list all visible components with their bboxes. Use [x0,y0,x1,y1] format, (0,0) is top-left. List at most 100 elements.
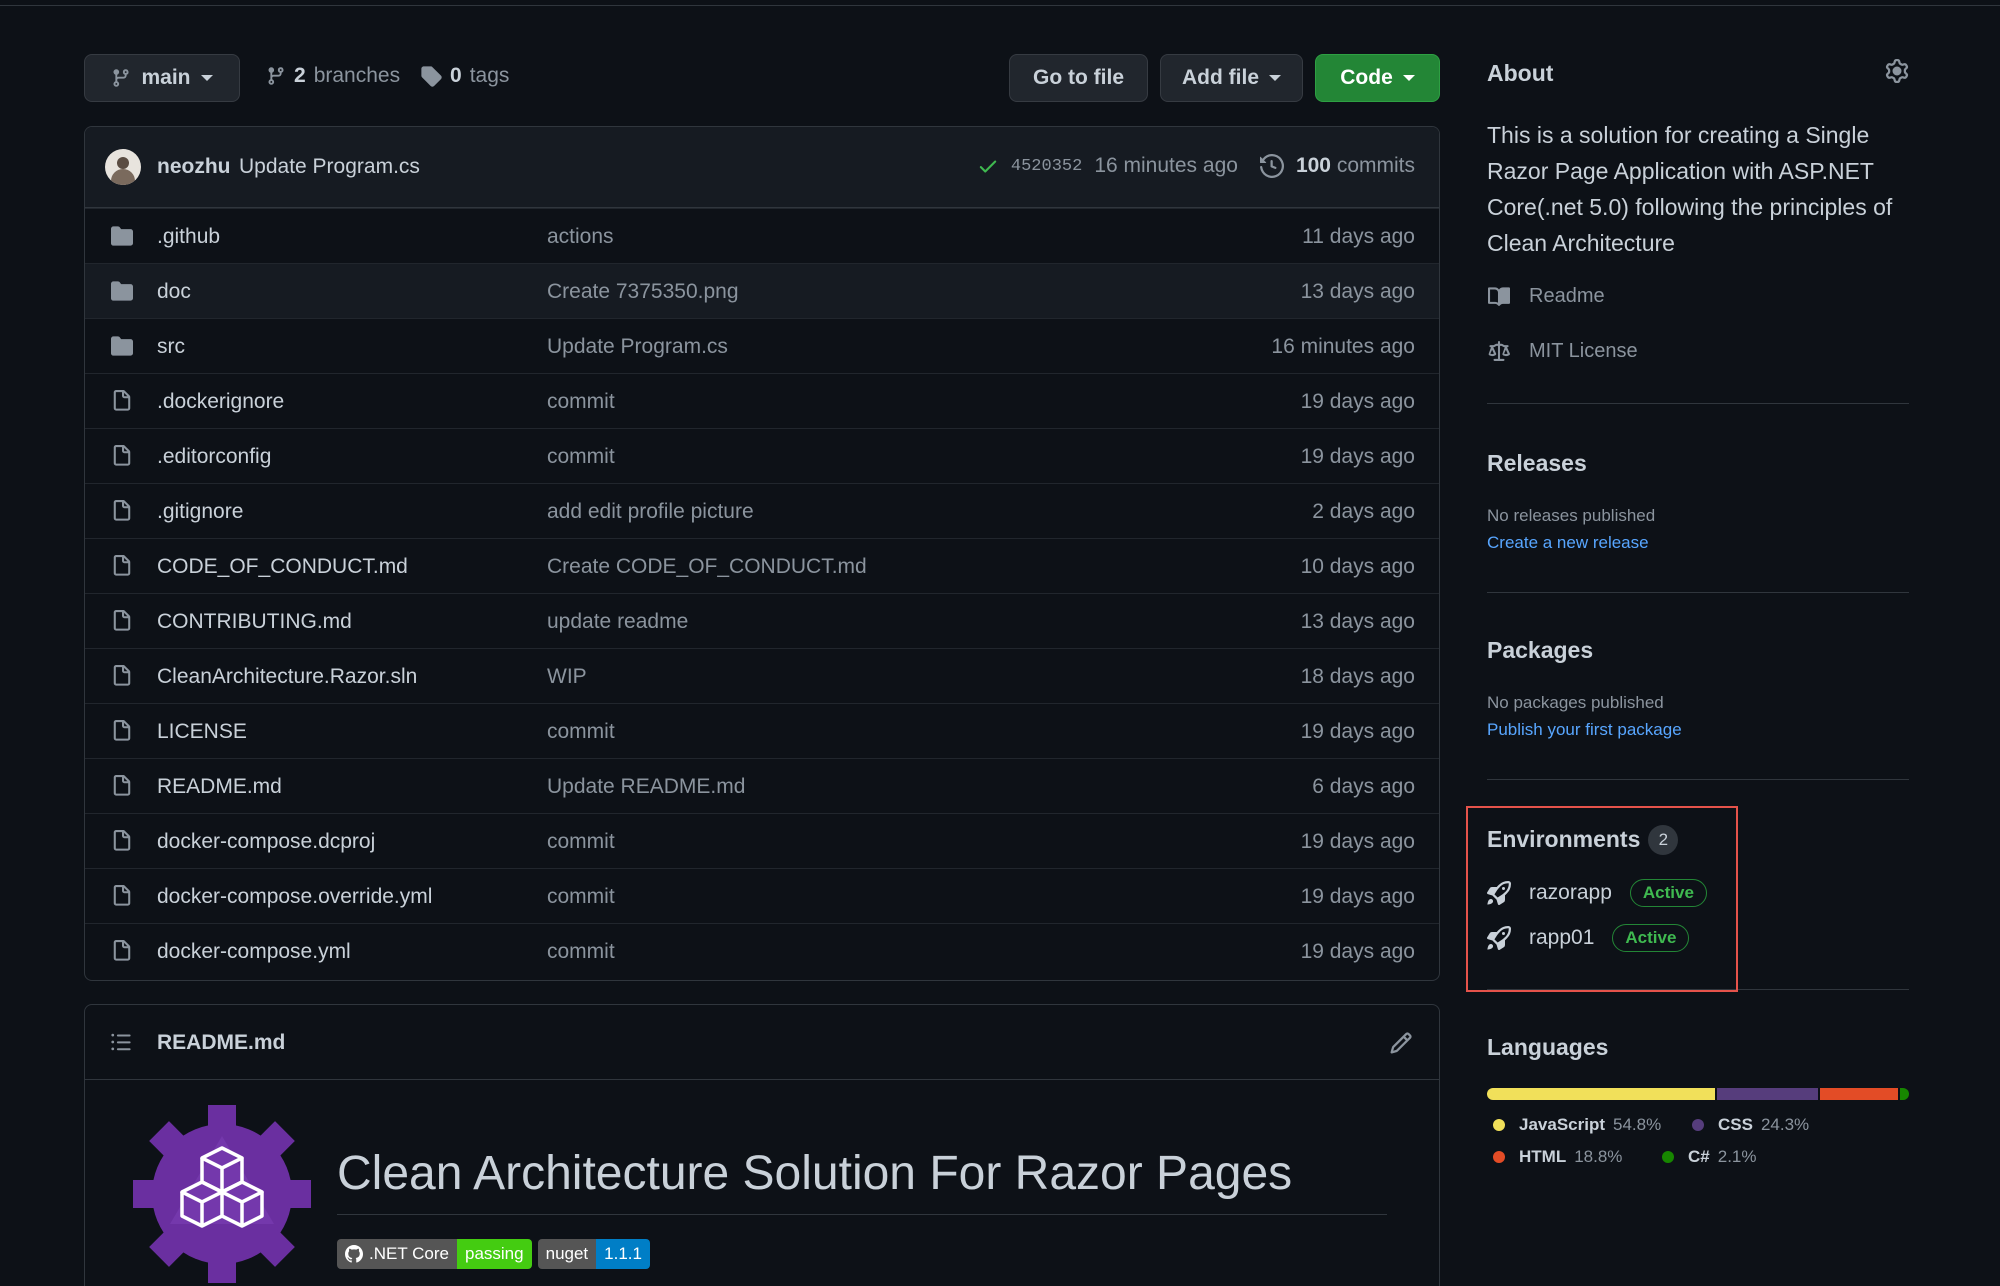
file-commit-message[interactable]: update readme [547,610,688,634]
file-commit-message[interactable]: commit [547,885,615,909]
file-row[interactable]: docker-compose.yml commit 19 days ago [85,923,1439,978]
pencil-icon[interactable] [1389,1031,1413,1055]
file-row[interactable]: doc Create 7375350.png 13 days ago [85,263,1439,318]
file-commit-age: 19 days ago [1300,830,1415,853]
file-name[interactable]: CONTRIBUTING.md [157,610,352,634]
file-commit-message[interactable]: commit [547,720,615,744]
commit-message[interactable]: Update Program.cs [239,155,420,179]
file-row[interactable]: .dockerignore commit 19 days ago [85,373,1439,428]
file-name[interactable]: .gitignore [157,500,243,524]
language-dot [1662,1151,1674,1163]
book-icon [1487,286,1511,308]
nuget-badge-value: 1.1.1 [596,1239,650,1269]
readme-filename[interactable]: README.md [157,1031,285,1055]
file-row[interactable]: .editorconfig commit 19 days ago [85,428,1439,483]
branch-name: main [141,66,191,89]
file-commit-age: 19 days ago [1300,885,1415,908]
file-commit-message[interactable]: commit [547,390,615,414]
packages-title[interactable]: Packages [1487,637,1593,664]
go-to-file-button[interactable]: Go to file [1009,54,1148,102]
file-row[interactable]: src Update Program.cs 16 minutes ago [85,318,1439,373]
file-name[interactable]: src [157,335,185,359]
file-commit-message[interactable]: add edit profile picture [547,500,754,524]
file-row[interactable]: CleanArchitecture.Razor.sln WIP 18 days ag… [85,648,1439,703]
file-row[interactable]: CONTRIBUTING.md update readme 13 days ago [85,593,1439,648]
file-name[interactable]: LICENSE [157,720,247,744]
file-commit-message[interactable]: Update Program.cs [547,335,728,359]
file-name[interactable]: docker-compose.yml [157,940,351,964]
file-commit-message[interactable]: WIP [547,665,587,689]
file-commit-message[interactable]: actions [547,225,614,249]
language-bar-segment [1487,1088,1715,1100]
file-icon [109,830,135,852]
code-button[interactable]: Code [1315,54,1440,102]
file-name[interactable]: CODE_OF_CONDUCT.md [157,555,408,579]
tags-link[interactable]: 0 tags [420,64,509,88]
add-file-button[interactable]: Add file [1160,54,1303,102]
file-icon [109,665,135,687]
branches-link[interactable]: 2 branches [266,64,400,88]
language-bar-segment [1900,1088,1909,1100]
list-icon[interactable] [109,1031,133,1053]
readme-link[interactable]: Readme [1487,285,1605,308]
file-commit-age: 13 days ago [1300,610,1415,633]
chevron-down-icon [1269,75,1281,81]
file-row[interactable]: docker-compose.dcproj commit 19 days ago [85,813,1439,868]
file-name[interactable]: docker-compose.override.yml [157,885,432,909]
language-percent: 24.3% [1760,1115,1810,1134]
file-row[interactable]: .github actions 11 days ago [85,208,1439,263]
license-link[interactable]: MIT License [1487,340,1638,363]
file-name[interactable]: .editorconfig [157,445,271,469]
file-commit-message[interactable]: Create 7375350.png [547,280,739,304]
commit-author[interactable]: neozhu [157,155,231,179]
file-commit-age: 2 days ago [1312,500,1415,523]
file-name[interactable]: doc [157,280,191,304]
file-icon [109,610,135,632]
commit-sha[interactable]: 4520352 [1011,157,1082,176]
gear-icon[interactable] [1885,59,1909,83]
chevron-down-icon [200,75,213,81]
language-item[interactable]: CSS 24.3% [1686,1115,1809,1135]
file-commit-message[interactable]: Update README.md [547,775,745,799]
publish-package-link[interactable]: Publish your first package [1487,720,1682,740]
language-percent: 18.8% [1574,1147,1623,1166]
file-name[interactable]: docker-compose.dcproj [157,830,375,854]
about-title: About [1487,60,1554,86]
releases-title[interactable]: Releases [1487,450,1587,477]
create-release-link[interactable]: Create a new release [1487,533,1649,553]
file-name[interactable]: .dockerignore [157,390,284,414]
build-badge[interactable]: .NET Core passing [337,1239,532,1269]
file-row[interactable]: CODE_OF_CONDUCT.md Create CODE_OF_CONDUCT… [85,538,1439,593]
file-commit-age: 11 days ago [1302,225,1415,248]
file-name[interactable]: .github [157,225,220,249]
file-row[interactable]: README.md Update README.md 6 days ago [85,758,1439,813]
readme-link-label: Readme [1529,285,1605,307]
tags-label: tags [469,64,510,87]
language-item[interactable]: JavaScript 54.8% [1487,1115,1661,1135]
section-divider [1487,779,1909,780]
commit-time: 16 minutes ago [1094,154,1238,177]
language-bar [1487,1088,1909,1100]
file-row[interactable]: .gitignore add edit profile picture 2 days… [85,483,1439,538]
section-divider [1487,592,1909,593]
file-list: neozhu Update Program.cs 4520352 16 minu… [84,126,1440,981]
nuget-badge[interactable]: nuget 1.1.1 [537,1239,650,1269]
file-row[interactable]: LICENSE commit 19 days ago [85,703,1439,758]
commits-link[interactable]: 100 commits [1296,154,1415,178]
file-commit-message[interactable]: commit [547,445,615,469]
tag-icon [420,65,442,87]
file-commit-message[interactable]: commit [547,830,615,854]
file-commit-message[interactable]: commit [547,940,615,964]
branch-select-button[interactable]: main [84,54,240,102]
language-bar-segment [1820,1088,1899,1100]
avatar[interactable] [105,149,141,185]
language-item[interactable]: C# 2.1% [1656,1147,1756,1167]
latest-commit-bar: neozhu Update Program.cs 4520352 16 minu… [85,127,1439,208]
file-name[interactable]: CleanArchitecture.Razor.sln [157,665,417,689]
file-commit-message[interactable]: Create CODE_OF_CONDUCT.md [547,555,867,579]
file-commit-age: 19 days ago [1300,940,1415,963]
file-name[interactable]: README.md [157,775,282,799]
file-commit-age: 13 days ago [1300,280,1415,303]
file-row[interactable]: docker-compose.override.yml commit 19 days… [85,868,1439,923]
language-item[interactable]: HTML 18.8% [1487,1147,1622,1167]
